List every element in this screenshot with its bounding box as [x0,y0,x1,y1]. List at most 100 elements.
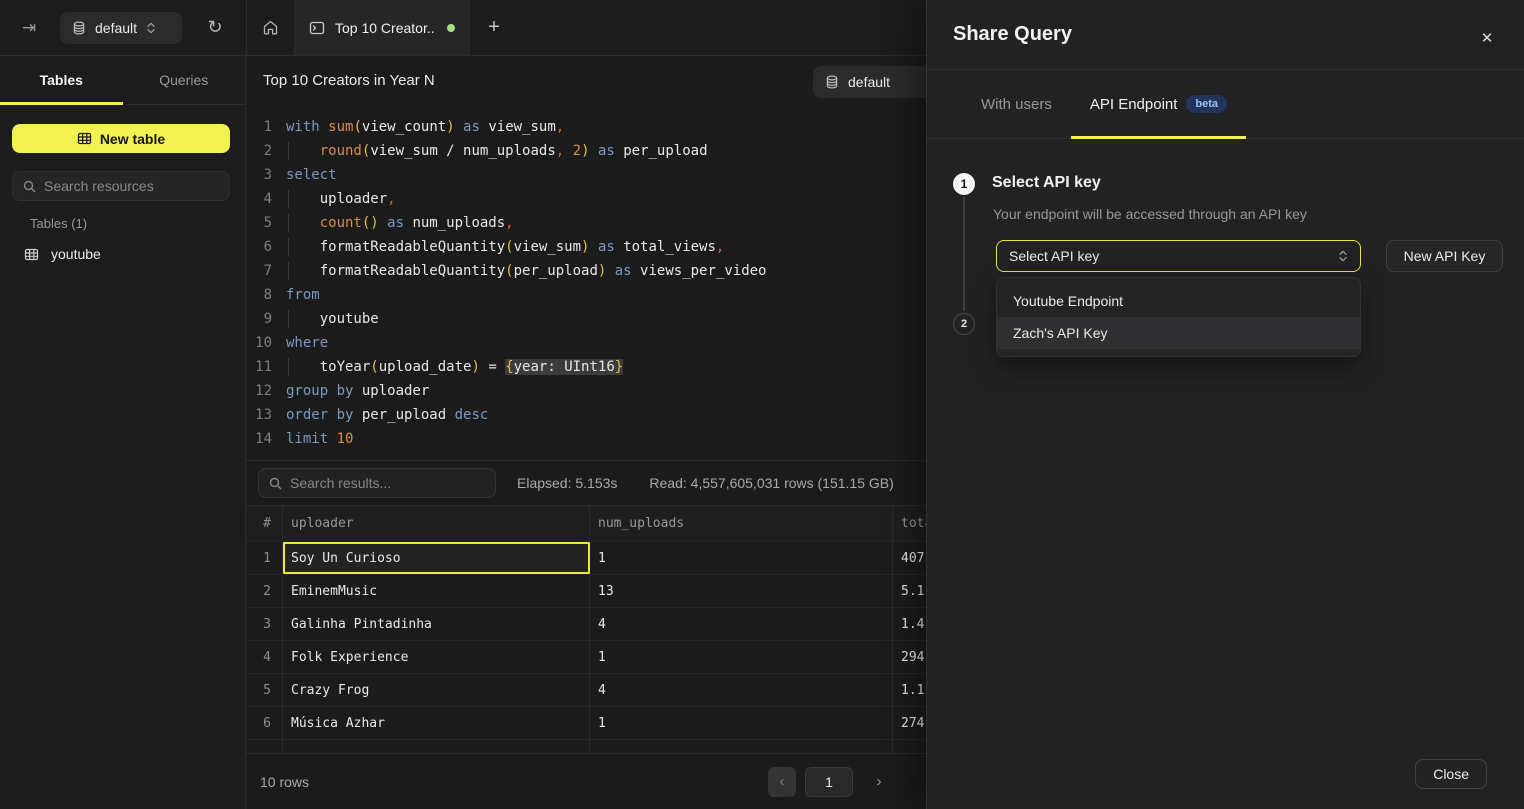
cell-num-uploads[interactable]: 4 [590,608,893,640]
cell-uploader[interactable]: Galinha Pintadinha [283,608,590,640]
cell-total-views[interactable]: 1.4 [893,608,926,640]
new-api-key-button[interactable]: New API Key [1386,240,1503,272]
code-line: 8 from [246,283,926,307]
cell-total-views[interactable]: 5.1 [893,575,926,607]
chevron-updown-icon [1338,249,1348,263]
table-row-partial [246,740,926,753]
code-line: 2 round(view_sum / num_uploads, 2) as pe… [246,139,926,163]
line-number: 8 [246,283,272,307]
line-number: 9 [246,307,272,331]
table-grid-icon [77,131,92,146]
tab-queries[interactable]: Queries [123,56,246,104]
tab-api-endpoint-label: API Endpoint [1090,96,1178,113]
prev-page-button[interactable]: ‹ [768,767,796,797]
cell-uploader[interactable]: Crazy Frog [283,674,590,706]
indent-guide [288,262,289,280]
tab-api-endpoint[interactable]: API Endpoint beta [1071,70,1246,138]
cell-uploader[interactable]: Folk Experience [283,641,590,673]
current-page-button[interactable]: 1 [805,767,853,797]
new-tab-button[interactable]: + [470,0,518,55]
code-text: youtube [286,307,379,331]
code-text: from [286,283,320,307]
database-selector-value: default [95,20,137,36]
cell-num-uploads[interactable]: 13 [590,575,893,607]
dropdown-option[interactable]: Zach's API Key [997,317,1360,349]
cell-row-number[interactable]: 3 [246,608,283,640]
line-number: 4 [246,187,272,211]
line-number: 14 [246,427,272,451]
header-total-views[interactable]: total_views [893,506,926,541]
table-row: 3Galinha Pintadinha41.4 [246,608,926,641]
sidebar-tabs: Tables Queries [0,56,245,105]
refresh-icon[interactable]: ↻ [202,14,228,40]
cell-total-views[interactable]: 294 [893,641,926,673]
indent-guide [288,214,289,232]
cell-row-number[interactable]: 2 [246,575,283,607]
header-uploader[interactable]: uploader [283,506,590,541]
indent-guide [288,142,289,160]
new-table-button[interactable]: New table [12,124,230,153]
panel-header: Share Query ✕ [927,0,1524,70]
code-text: uploader, [286,187,396,211]
cell-total-views[interactable]: 274 [893,707,926,739]
cell-row-number[interactable]: 6 [246,707,283,739]
cell-uploader[interactable]: EminemMusic [283,575,590,607]
search-resources-input[interactable] [44,178,225,194]
query-title-row: Top 10 Creators in Year N default [246,56,926,105]
indent-guide [288,310,289,328]
cell-row-number[interactable]: 1 [246,542,283,574]
next-page-button[interactable]: › [866,767,892,797]
cell-num-uploads[interactable]: 1 [590,542,893,574]
search-icon [23,180,36,193]
sql-editor[interactable]: 1with sum(view_count) as view_sum,2 roun… [246,105,926,460]
code-text: toYear(upload_date) = {year: UInt16} [286,355,623,379]
query-tab[interactable]: Top 10 Creator... [294,0,470,55]
cell-row-number[interactable]: 5 [246,674,283,706]
close-icon[interactable]: ✕ [1476,27,1498,49]
code-text: formatReadableQuantity(view_sum) as tota… [286,235,724,259]
panel-tabs: With users API Endpoint beta [927,70,1524,139]
new-table-label: New table [100,131,165,147]
query-console-icon [309,20,325,36]
code-text: group by uploader [286,379,429,403]
api-key-select[interactable]: Select API key [996,240,1361,272]
header-index[interactable]: # [246,506,283,541]
line-number: 2 [246,139,272,163]
indent-guide [288,358,289,376]
database-selector[interactable]: default [60,12,182,44]
cell-total-views[interactable]: 407 [893,542,926,574]
code-line: 12group by uploader [246,379,926,403]
cell-num-uploads[interactable]: 1 [590,641,893,673]
chevron-left-icon: ‹ [780,773,785,790]
table-row: 4Folk Experience1294 [246,641,926,674]
select-api-key-description: Your endpoint will be accessed through a… [993,206,1307,222]
results-search [258,468,496,498]
cell-uploader[interactable]: Música Azhar [283,707,590,739]
indent-guide [288,190,289,208]
results-toolbar: Elapsed: 5.153s Read: 4,557,605,031 rows… [246,460,926,505]
cell-num-uploads[interactable]: 4 [590,674,893,706]
indent-guide [288,238,289,256]
cell-total-views[interactable]: 1.1 [893,674,926,706]
code-text: where [286,331,328,355]
close-button[interactable]: Close [1415,759,1487,789]
search-results-input[interactable] [290,475,485,491]
cell-uploader[interactable]: Soy Un Curioso [283,542,590,574]
cell-num-uploads[interactable]: 1 [590,707,893,739]
chevron-right-icon: › [877,773,882,790]
line-number: 10 [246,331,272,355]
dropdown-option[interactable]: Youtube Endpoint [997,285,1360,317]
home-button[interactable] [246,0,294,55]
results-footer: 10 rows ‹ 1 › [246,753,926,809]
tab-with-users[interactable]: With users [962,70,1071,138]
tab-tables[interactable]: Tables [0,56,123,104]
collapse-sidebar-icon[interactable]: ⇥ [16,15,42,41]
elapsed-stat: Elapsed: 5.153s [517,475,617,491]
header-num-uploads[interactable]: num_uploads [590,506,893,541]
cell-row-number[interactable]: 4 [246,641,283,673]
partial-cell [283,740,590,753]
sidebar-item-youtube-table[interactable]: youtube [12,239,230,269]
sidebar-search [12,171,230,201]
code-line: 1with sum(view_count) as view_sum, [246,115,926,139]
table-grid-icon [24,247,39,262]
